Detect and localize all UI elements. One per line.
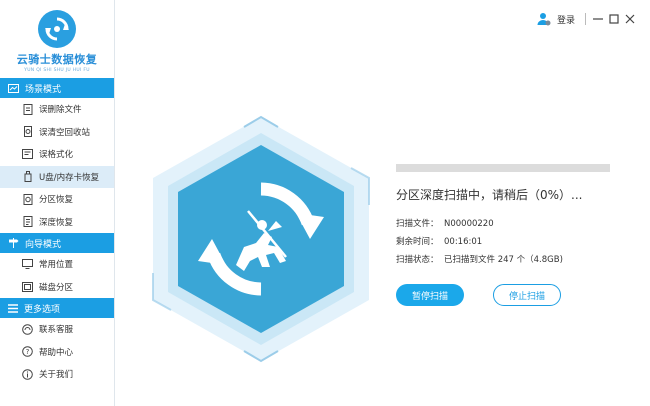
section-more-options: 更多选项: [0, 298, 114, 318]
document-icon: [22, 103, 33, 115]
sidebar-item-label: 误清空回收站: [39, 127, 91, 138]
sidebar-item-label: 关于我们: [39, 370, 74, 381]
minimize-button[interactable]: [590, 10, 606, 28]
scan-file-label: 扫描文件：: [396, 219, 439, 229]
section-scene-mode: 场景模式: [0, 78, 114, 98]
scan-file-value: N00000220: [444, 219, 494, 229]
sidebar-item-label: 误格式化: [39, 150, 74, 161]
section-wizard-mode: 向导模式: [0, 233, 114, 253]
sidebar-item-common-locations[interactable]: 常用位置: [0, 253, 114, 276]
sidebar-item-contact-support[interactable]: 联系客服: [0, 318, 114, 341]
sidebar-item-label: 深度恢复: [39, 217, 74, 228]
partition-icon: [22, 193, 33, 205]
scan-state-label: 扫描状态：: [396, 255, 439, 265]
recycle-bin-icon: [22, 126, 33, 138]
main-panel: 登录 分区深度扫描中，请稍后（0%）... 扫描文件： N00000220 剩余…: [115, 0, 650, 406]
sidebar-item-recycle-bin[interactable]: 误清空回收站: [0, 121, 114, 144]
sidebar-item-label: U盘/内存卡恢复: [39, 172, 100, 183]
monitor-icon: [22, 259, 33, 270]
pause-scan-button[interactable]: 暂停扫描: [396, 284, 464, 306]
sidebar-item-help-center[interactable]: ? 帮助中心: [0, 341, 114, 364]
sidebar-item-usb-recovery[interactable]: U盘/内存卡恢复: [0, 165, 114, 188]
sidebar-item-label: 分区恢复: [39, 195, 74, 206]
minimize-icon: [593, 18, 603, 20]
scan-state-value: 已扫描到文件 247 个（4.8GB): [444, 255, 563, 265]
sidebar-item-label: 误删除文件: [39, 105, 82, 116]
sidebar-item-label: 磁盘分区: [39, 282, 74, 293]
disk-icon: [22, 281, 33, 292]
scan-file-row: 扫描文件： N00000220: [396, 217, 494, 229]
app-logo: 云骑士数据恢复 YUN QI SHI SHU JU HUI FU: [0, 0, 114, 78]
stop-scan-button[interactable]: 停止扫描: [493, 284, 561, 306]
sidebar-item-partition-recovery[interactable]: 分区恢复: [0, 188, 114, 211]
sidebar-item-format[interactable]: 误格式化: [0, 143, 114, 166]
titlebar: 登录: [537, 8, 638, 30]
sidebar: 云骑士数据恢复 YUN QI SHI SHU JU HUI FU 场景模式 误删…: [0, 0, 115, 406]
app-subtitle: YUN QI SHI SHU JU HUI FU: [24, 68, 90, 73]
user-icon: [537, 13, 551, 26]
remaining-time-value: 00:16:01: [444, 237, 483, 247]
scan-state-row: 扫描状态： 已扫描到文件 247 个（4.8GB): [396, 253, 563, 265]
remaining-time-label: 剩余时间：: [396, 237, 439, 247]
scan-status-title: 分区深度扫描中，请稍后（0%）...: [396, 188, 583, 202]
close-icon: [625, 14, 635, 24]
svg-text:?: ?: [26, 348, 30, 356]
sidebar-item-deleted-files[interactable]: 误删除文件: [0, 98, 114, 121]
help-icon: ?: [22, 346, 33, 358]
menu-lines-icon: [8, 303, 18, 313]
section-title: 更多选项: [24, 304, 61, 315]
login-label: 登录: [556, 15, 575, 26]
close-button[interactable]: [622, 10, 638, 28]
sidebar-item-label: 常用位置: [39, 260, 74, 271]
login-button[interactable]: 登录: [537, 12, 575, 26]
headset-icon: [22, 323, 33, 335]
titlebar-divider: [585, 13, 586, 25]
deep-scan-icon: [22, 216, 33, 228]
maximize-icon: [609, 14, 619, 24]
sidebar-item-about-us[interactable]: 关于我们: [0, 363, 114, 386]
usb-drive-icon: [22, 171, 33, 183]
sidebar-item-label: 帮助中心: [39, 347, 74, 358]
info-icon: [22, 368, 33, 380]
maximize-button[interactable]: [606, 10, 622, 28]
section-title: 场景模式: [25, 84, 62, 95]
signpost-icon: [9, 238, 19, 248]
scene-mode-icon: [8, 83, 19, 93]
logo-icon: [38, 10, 76, 48]
scan-progress-bar: [396, 164, 610, 172]
app-name: 云骑士数据恢复: [16, 53, 98, 66]
sidebar-item-disk-partition[interactable]: 磁盘分区: [0, 276, 114, 299]
sidebar-item-deep-recovery[interactable]: 深度恢复: [0, 211, 114, 234]
section-title: 向导模式: [25, 239, 62, 250]
remaining-time-row: 剩余时间： 00:16:01: [396, 235, 482, 247]
format-icon: [22, 149, 33, 160]
sidebar-item-label: 联系客服: [39, 325, 74, 336]
scan-illustration: [136, 115, 386, 363]
